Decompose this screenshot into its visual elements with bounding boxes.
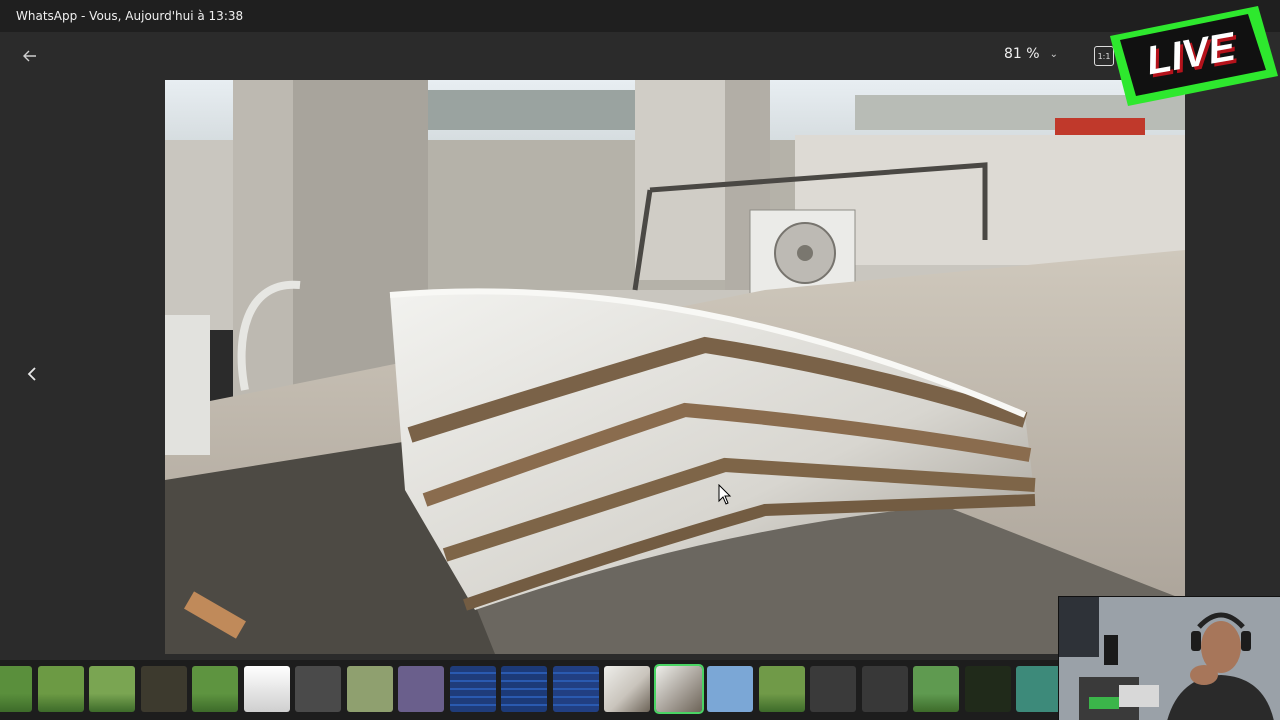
filmstrip-thumbnail[interactable] [758,666,805,712]
rooftop-satellite-dish-image [165,80,1185,654]
arrow-left-icon [23,50,36,62]
filmstrip-thumbnail[interactable] [604,666,650,712]
previous-image-button[interactable] [18,360,46,388]
filmstrip-thumbnail[interactable] [501,666,547,712]
title-bar: WhatsApp - Vous, Aujourd'hui à 13:38 [0,0,1280,32]
filmstrip-thumbnail[interactable] [552,666,599,712]
filmstrip-thumbnail[interactable] [653,664,704,714]
webcam-overlay [1058,596,1280,720]
zoom-dropdown[interactable]: 81 % ⌄ [1004,46,1058,62]
toolbar: 81 % ⌄ 1:1 [0,32,1280,80]
filmstrip-thumbnail[interactable] [89,666,135,712]
filmstrip-thumbnail[interactable] [243,666,290,712]
filmstrip-thumbnail[interactable] [37,666,84,712]
back-button[interactable] [16,44,44,68]
filmstrip-thumbnail[interactable] [140,666,187,712]
filmstrip-thumbnail[interactable] [398,666,444,712]
filmstrip-thumbnail[interactable] [449,666,496,712]
chevron-left-icon [27,367,36,381]
photos-app-window: WhatsApp - Vous, Aujourd'hui à 13:38 81 … [0,0,1280,720]
image-viewer [0,80,1280,654]
zoom-level: 81 % [1004,46,1040,62]
filmstrip-thumbnail[interactable] [964,666,1011,712]
filmstrip-thumbnail[interactable] [810,666,856,712]
filmstrip-thumbnail[interactable] [707,666,753,712]
window-title: WhatsApp - Vous, Aujourd'hui à 13:38 [16,9,244,23]
filmstrip-thumbnail[interactable] [861,666,908,712]
filmstrip-thumbnail[interactable] [0,666,32,712]
filmstrip-thumbnail[interactable] [192,666,238,712]
filmstrip-thumbnail[interactable] [295,666,341,712]
filmstrip-thumbnail[interactable] [913,666,959,712]
filmstrip-thumbnail[interactable] [346,666,393,712]
filmstrip-thumbnail[interactable] [1016,666,1062,712]
chevron-down-icon: ⌄ [1049,48,1058,60]
mouse-cursor-icon [718,484,732,505]
live-badge: LIVE LIVE [1108,6,1280,106]
